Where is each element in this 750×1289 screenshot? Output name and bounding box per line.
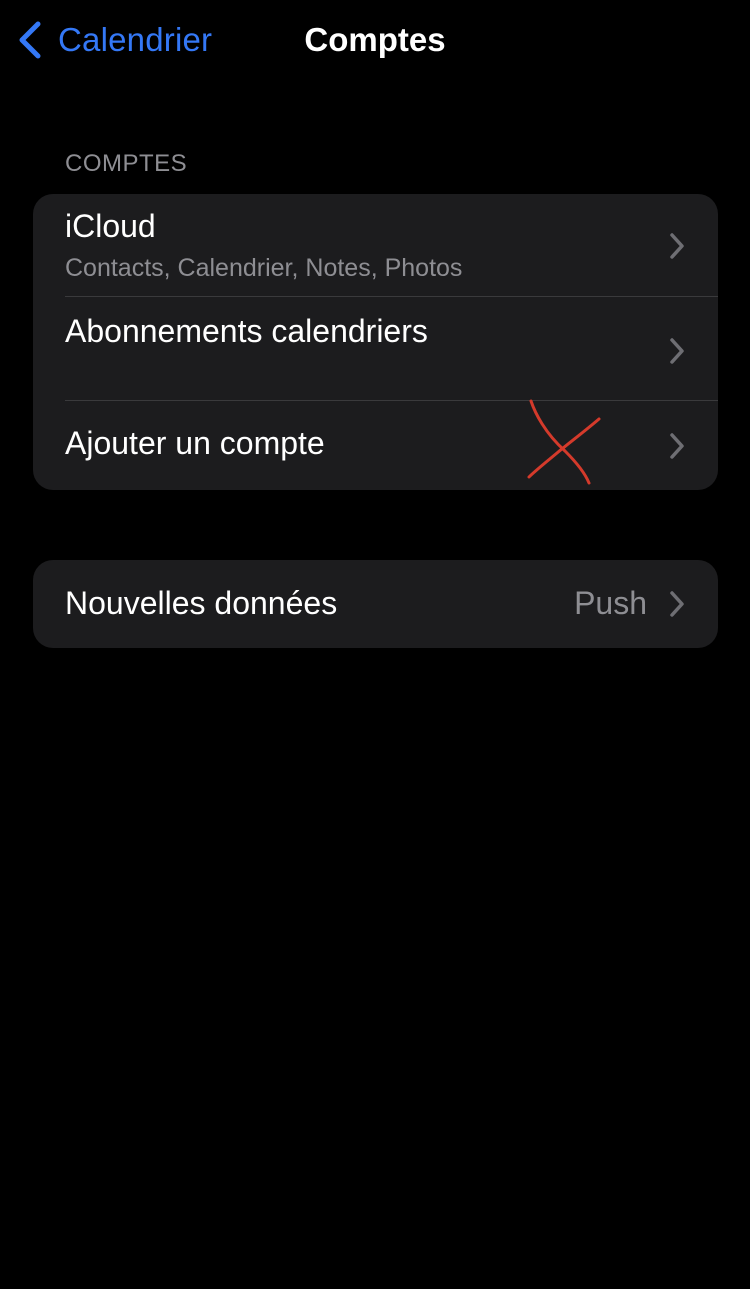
chevron-right-icon: [670, 591, 684, 617]
chevron-right-icon: [670, 433, 684, 459]
row-add-account[interactable]: Ajouter un compte: [33, 401, 718, 490]
row-calendar-subscriptions[interactable]: Abonnements calendriers: [33, 297, 718, 401]
row-add-account-title: Ajouter un compte: [65, 425, 325, 461]
row-icloud[interactable]: iCloud Contacts, Calendrier, Notes, Phot…: [33, 194, 718, 297]
row-fetch-new-data-value: Push: [574, 585, 647, 621]
fetch-group: Nouvelles données Push: [33, 560, 718, 648]
row-calendar-subscriptions-title: Abonnements calendriers: [65, 313, 428, 349]
chevron-right-icon: [670, 338, 684, 364]
row-icloud-title: iCloud: [65, 208, 156, 244]
row-fetch-new-data[interactable]: Nouvelles données Push: [33, 560, 718, 648]
page-title: Comptes: [304, 21, 446, 58]
accounts-group: iCloud Contacts, Calendrier, Notes, Phot…: [33, 194, 718, 490]
row-fetch-new-data-title: Nouvelles données: [65, 585, 338, 621]
chevron-right-icon: [670, 233, 684, 259]
section-header-accounts: COMPTES: [65, 150, 188, 177]
red-x-mark: [527, 399, 601, 485]
row-icloud-subtitle: Contacts, Calendrier, Notes, Photos: [65, 254, 463, 282]
navigation-bar: Calendrier Comptes: [0, 0, 750, 80]
